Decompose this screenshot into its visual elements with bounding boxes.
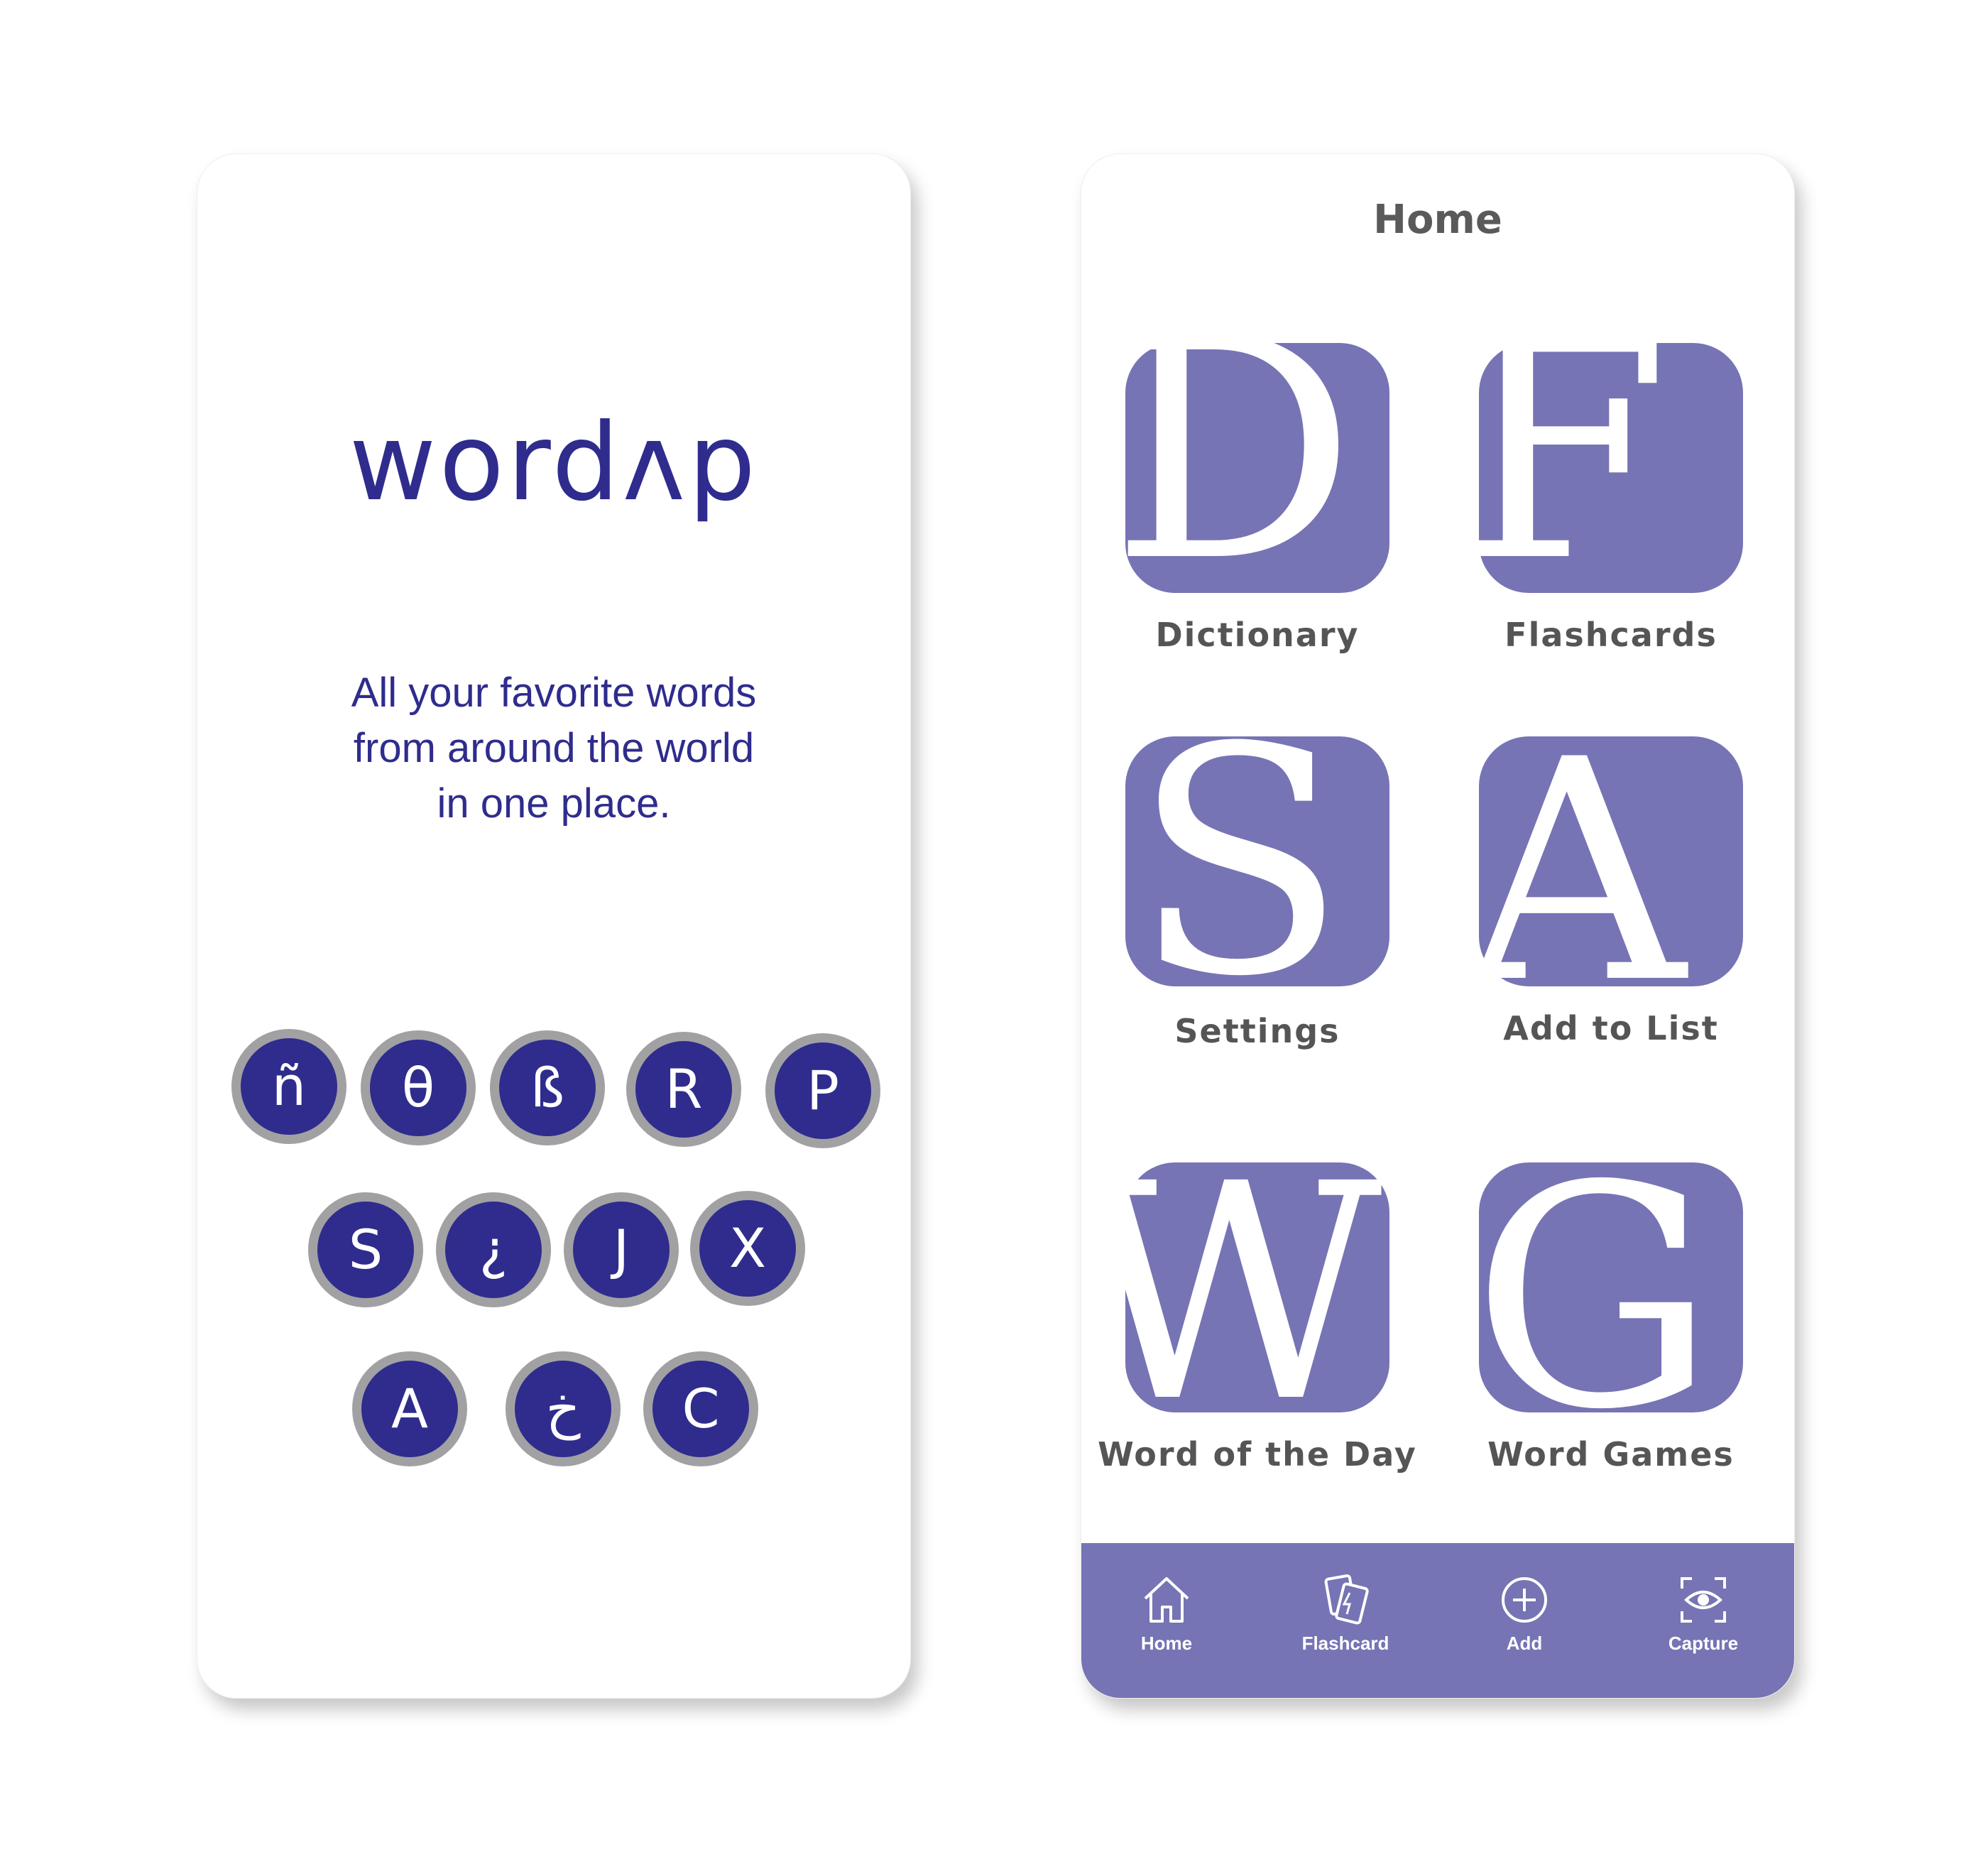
tile-label: Dictionary: [1155, 616, 1360, 654]
tile-letter: F: [1479, 343, 1669, 593]
word-games-tile[interactable]: G: [1479, 1162, 1743, 1412]
letter-coin: R: [626, 1032, 741, 1147]
tile-letter: W: [1125, 1162, 1383, 1412]
eye-scan-icon: [1681, 1577, 1726, 1623]
plus-circle-icon: [1502, 1577, 1547, 1623]
tab-add[interactable]: Add: [1453, 1573, 1595, 1655]
dictionary-tile[interactable]: D: [1125, 343, 1389, 593]
tagline: All your favorite words from around the …: [283, 665, 825, 832]
letter-coin: خ: [506, 1351, 621, 1466]
page-title: Home: [1373, 197, 1502, 243]
letter-coin: θ: [361, 1030, 476, 1145]
letter-coin: X: [690, 1191, 805, 1306]
tile-letter: A: [1479, 736, 1689, 986]
flashcard-icon: [1324, 1574, 1369, 1625]
letter-coin: C: [643, 1351, 758, 1466]
tile-label: Word of the Day: [1098, 1435, 1417, 1474]
tile-label: Word Games: [1487, 1435, 1735, 1474]
house-icon: [1144, 1577, 1189, 1623]
letter-coin: ¿: [436, 1192, 551, 1307]
tagline-line: from around the world: [353, 725, 755, 771]
tile-letter: G: [1479, 1162, 1716, 1412]
word-of-the-day-tile[interactable]: W: [1125, 1162, 1389, 1412]
letter-d-icon: D: [1125, 343, 1389, 593]
letter-coin: ß: [490, 1030, 605, 1145]
flashcards-tile[interactable]: F: [1479, 343, 1743, 593]
letter-coin: S: [308, 1192, 423, 1307]
letter-s-icon: S: [1125, 736, 1389, 986]
tab-label: Flashcard: [1301, 1633, 1389, 1654]
letter-coin: ñ: [231, 1029, 346, 1144]
settings-tile[interactable]: S: [1125, 736, 1389, 986]
tile-letter: S: [1132, 736, 1346, 986]
tab-capture[interactable]: Capture: [1632, 1573, 1774, 1655]
app-logo: wordʌp: [349, 401, 759, 525]
letter-coin: P: [765, 1033, 880, 1148]
tile-label: Add to List: [1503, 1009, 1719, 1047]
letter-a-icon: A: [1479, 736, 1743, 986]
tab-label: Home: [1140, 1633, 1193, 1654]
home-screen: Home D Dictionary F Flashcards S Setting…: [1081, 153, 1795, 1699]
tile-label: Settings: [1174, 1012, 1340, 1050]
tab-label: Add: [1506, 1633, 1543, 1654]
tile-letter: D: [1125, 343, 1356, 593]
letter-coin: J: [564, 1192, 679, 1307]
bottom-tab-bar: Home Flashcard Add Capture: [1081, 1543, 1794, 1698]
letter-g-icon: G: [1479, 1162, 1743, 1412]
tab-home[interactable]: Home: [1096, 1573, 1238, 1655]
letter-coin: A: [352, 1351, 467, 1466]
tab-label: Capture: [1668, 1633, 1739, 1654]
letter-f-icon: F: [1479, 343, 1743, 593]
tile-label: Flashcards: [1504, 616, 1717, 654]
splash-screen: wordʌp All your favorite words from arou…: [197, 153, 911, 1699]
tagline-line: All your favorite words: [351, 670, 757, 716]
letter-w-icon: W: [1125, 1162, 1389, 1412]
tab-flashcard[interactable]: Flashcard: [1274, 1573, 1416, 1655]
add-to-list-tile[interactable]: A: [1479, 736, 1743, 986]
tagline-line: in one place.: [437, 780, 671, 827]
